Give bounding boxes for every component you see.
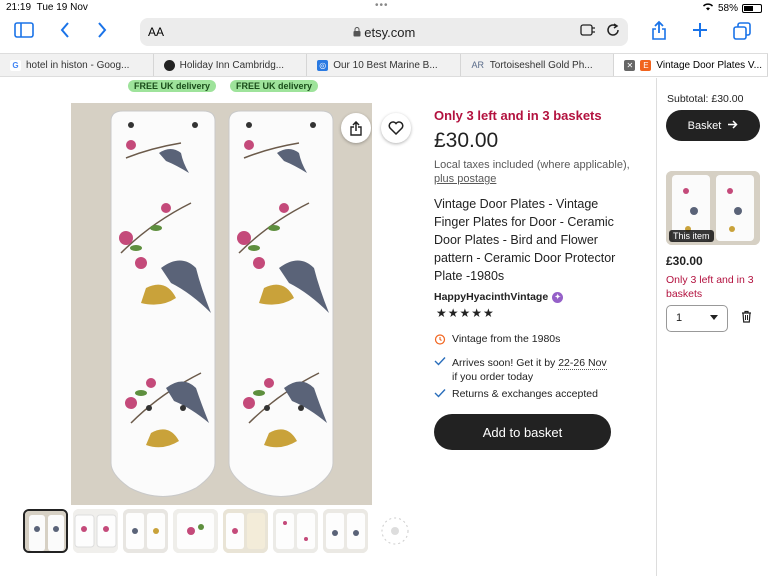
quantity-select[interactable]: 1 (666, 305, 728, 332)
arrives-suffix: if you order today (452, 371, 534, 383)
scarcity-message: Only 3 left and in 3 baskets (434, 108, 602, 123)
status-bar: 21:19 Tue 19 Nov ••• 58% (0, 0, 768, 14)
thumbnail-3[interactable] (123, 509, 168, 553)
cart-item-scarcity: Only 3 left and in 3 baskets (666, 274, 754, 300)
tab-label: hotel in histon - Goog... (26, 59, 130, 71)
star-seller-icon: ✦ (552, 291, 564, 303)
thumbnail-8[interactable] (373, 509, 418, 553)
thumbnail-strip (23, 509, 418, 553)
tab-bar: G hotel in histon - Goog... Holiday Inn … (0, 53, 768, 77)
plus-postage-link[interactable]: plus postage (434, 173, 496, 185)
arrival-feature: Arrives soon! Get it by 22-26 Nov if you… (434, 356, 607, 384)
translate-icon[interactable] (580, 23, 596, 40)
reload-icon[interactable] (606, 23, 620, 40)
status-time: 21:19 Tue 19 Nov (6, 2, 88, 13)
cart-subtotal: Subtotal: £30.00 (667, 93, 744, 105)
close-tab-icon[interactable]: ✕ (624, 59, 636, 71)
shop-name-link[interactable]: HappyHyacinthVintage ✦ (434, 291, 564, 303)
battery-icon (742, 3, 762, 13)
check-icon (434, 388, 446, 401)
thumbnail-2[interactable] (73, 509, 118, 553)
tab-tortoiseshell[interactable]: AR Tortoiseshell Gold Ph... (461, 54, 615, 76)
multitask-dots-icon[interactable]: ••• (375, 0, 389, 11)
heart-icon (388, 121, 404, 135)
holiday-inn-icon (163, 59, 175, 71)
returns-text: Returns & exchanges accepted (452, 388, 598, 400)
marine-site-icon: ◎ (317, 59, 329, 71)
arrives-text: Arrives soon! Get it by (452, 357, 556, 369)
forward-icon[interactable] (97, 22, 107, 43)
tab-overview-icon[interactable] (733, 22, 751, 45)
tab-label: Holiday Inn Cambridg... (179, 59, 285, 71)
address-bar[interactable]: AA etsy.com (140, 18, 628, 46)
sidebar-icon[interactable] (14, 22, 34, 43)
free-delivery-badge: FREE UK delivery (128, 80, 217, 92)
new-tab-icon[interactable] (692, 22, 708, 43)
tab-marine[interactable]: ◎ Our 10 Best Marine B... (307, 54, 461, 76)
google-icon: G (10, 59, 21, 71)
favorite-button[interactable] (381, 113, 411, 143)
rating-stars[interactable]: ★★★★★ (436, 306, 495, 320)
check-icon (434, 356, 446, 384)
door-plates-illustration (71, 103, 372, 505)
quantity-value: 1 (676, 312, 683, 324)
tab-etsy-active[interactable]: ✕ E Vintage Door Plates V... (614, 54, 768, 76)
alarm-clock-icon (434, 333, 446, 348)
cart-sidebar: Subtotal: £30.00 Basket This item £30.00… (656, 78, 768, 576)
basket-button[interactable]: Basket (666, 110, 760, 141)
ar-site-icon: AR (471, 60, 485, 70)
share-image-button[interactable] (341, 113, 371, 143)
caret-down-icon (710, 312, 718, 325)
free-delivery-badge: FREE UK delivery (230, 80, 319, 92)
tab-label: Tortoiseshell Gold Ph... (489, 59, 593, 71)
product-image[interactable] (71, 103, 372, 505)
thumbnail-7[interactable] (323, 509, 368, 553)
battery-percent: 58% (717, 2, 738, 14)
cart-item-price: £30.00 (666, 254, 703, 268)
cart-item-image[interactable]: This item (666, 171, 760, 245)
thumbnail-4[interactable] (173, 509, 218, 553)
tab-label: Vintage Door Plates V... (656, 59, 762, 71)
share-icon[interactable] (651, 20, 667, 45)
browser-toolbar: AA etsy.com (0, 14, 768, 50)
shop-name: HappyHyacinthVintage (434, 291, 549, 303)
taxes-note: Local taxes included (where applicable),… (434, 159, 630, 185)
url-text: etsy.com (140, 25, 628, 40)
add-to-basket-button[interactable]: Add to basket (434, 414, 611, 450)
back-icon[interactable] (60, 22, 70, 43)
vintage-text: Vintage from the 1980s (452, 333, 561, 345)
arrow-right-icon (727, 119, 738, 132)
tab-google-search[interactable]: G hotel in histon - Goog... (0, 54, 154, 76)
returns-feature: Returns & exchanges accepted (434, 388, 598, 401)
price: £30.00 (434, 129, 499, 152)
wifi-icon (702, 2, 714, 14)
tab-label: Our 10 Best Marine B... (333, 59, 438, 71)
listing-title: Vintage Door Plates - Vintage Finger Pla… (434, 197, 616, 283)
vintage-feature: Vintage from the 1980s (434, 333, 560, 348)
trash-icon[interactable] (741, 310, 752, 326)
tab-holiday-inn[interactable]: Holiday Inn Cambridg... (154, 54, 308, 76)
thumbnail-6[interactable] (273, 509, 318, 553)
arrival-date-link[interactable]: 22-26 Nov (558, 357, 607, 370)
thumbnail-5[interactable] (223, 509, 268, 553)
this-item-label: This item (669, 230, 714, 242)
thumbnail-1[interactable] (23, 509, 68, 553)
lock-icon (353, 25, 365, 40)
share-icon (350, 120, 362, 136)
etsy-icon: E (640, 59, 652, 71)
basket-label: Basket (687, 119, 722, 132)
